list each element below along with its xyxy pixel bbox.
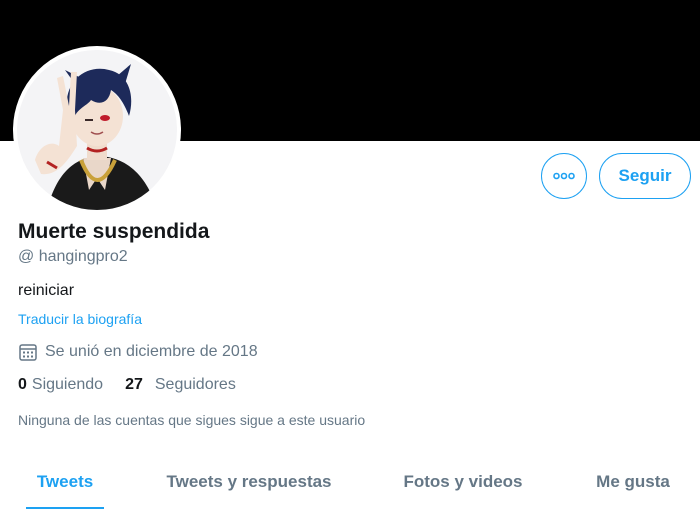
avatar-illustration	[17, 50, 177, 210]
more-options-icon	[553, 172, 575, 180]
followers-count: 27	[125, 376, 143, 393]
following-label: Siguiendo	[31, 376, 104, 393]
following-link[interactable]: 0 Siguiendo	[18, 376, 103, 394]
follow-button[interactable]: Seguir	[599, 153, 691, 199]
followers-label: Seguidores	[154, 376, 236, 393]
calendar-icon	[19, 344, 37, 361]
profile-bio: reiniciar	[18, 282, 75, 299]
tab-media[interactable]: Fotos y videos	[398, 458, 528, 506]
profile-avatar[interactable]	[13, 46, 181, 214]
joined-date: Se unió en diciembre de 2018	[18, 341, 258, 363]
known-followers-text: Ninguna de las cuentas que sigues sigue …	[18, 412, 366, 428]
tab-likes[interactable]: Me gusta	[588, 458, 678, 506]
translate-bio-link[interactable]: Traducir la biografía	[18, 311, 142, 327]
follow-button-label: Seguir	[618, 166, 672, 185]
tab-tweets[interactable]: Tweets	[26, 458, 104, 506]
joined-date-text: Se unió en diciembre de 2018	[45, 343, 258, 360]
more-options-button[interactable]	[541, 153, 587, 199]
profile-display-name: Muerte suspendida	[18, 220, 210, 243]
follow-counts: 0 Siguiendo 27 Seguidores	[18, 376, 236, 394]
tab-tweets-replies[interactable]: Tweets y respuestas	[160, 458, 338, 506]
followers-link[interactable]: 27 Seguidores	[125, 376, 236, 394]
profile-handle: @ hangingpro2	[18, 248, 128, 265]
following-count: 0	[18, 376, 27, 393]
profile-tabs: Tweets Tweets y respuestas Fotos y video…	[0, 458, 700, 509]
